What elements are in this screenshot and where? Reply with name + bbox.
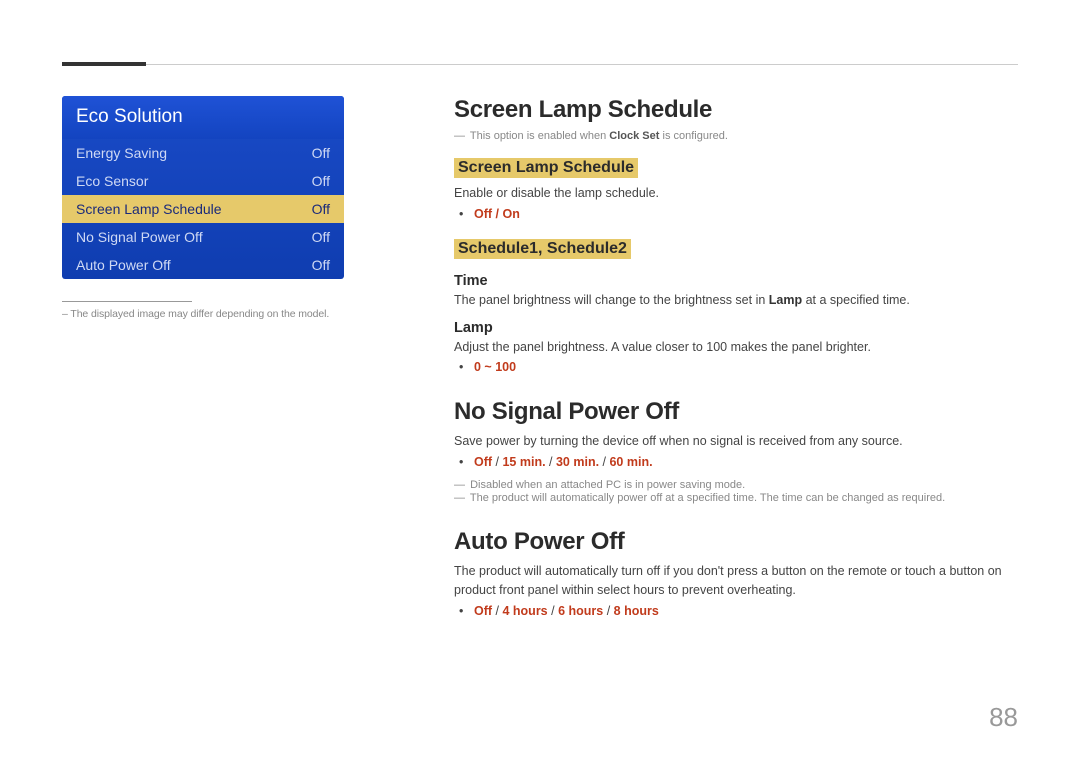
menu-item-value: Off (312, 201, 330, 217)
note-auto-off-time: ― The product will automatically power o… (454, 492, 1018, 504)
heading-no-signal-power-off: No Signal Power Off (454, 398, 1018, 426)
option-range: 0 ~ 100 (474, 360, 1018, 374)
menu-item-value: Off (312, 229, 330, 245)
heading-auto-power-off: Auto Power Off (454, 528, 1018, 556)
desc-no-signal: Save power by turning the device off whe… (454, 432, 1018, 451)
options-list: Off / 4 hours / 6 hours / 8 hours (474, 604, 1018, 618)
subheading-schedule1-schedule2: Schedule1, Schedule2 (454, 239, 631, 259)
menu-item-screen-lamp-schedule[interactable]: Screen Lamp Schedule Off (62, 195, 344, 223)
menu-item-label: No Signal Power Off (76, 229, 203, 245)
heading-screen-lamp-schedule: Screen Lamp Schedule (454, 96, 1018, 124)
eco-solution-menu: Eco Solution Energy Saving Off Eco Senso… (62, 96, 344, 279)
menu-item-label: Screen Lamp Schedule (76, 201, 222, 217)
options-list: Off / 15 min. / 30 min. / 60 min. (474, 455, 1018, 469)
menu-item-value: Off (312, 145, 330, 161)
header-rule (146, 64, 1018, 65)
main-content: Screen Lamp Schedule ― This option is en… (454, 96, 1018, 628)
options-list: Off / On (474, 207, 1018, 221)
header-marker (62, 62, 146, 66)
menu-item-label: Auto Power Off (76, 257, 171, 273)
desc-enable-disable: Enable or disable the lamp schedule. (454, 184, 1018, 203)
menu-item-eco-sensor[interactable]: Eco Sensor Off (62, 167, 344, 195)
sidebar-note: – The displayed image may differ dependi… (62, 308, 344, 320)
subheading-screen-lamp-schedule: Screen Lamp Schedule (454, 158, 638, 178)
menu-item-label: Energy Saving (76, 145, 167, 161)
sidebar: Eco Solution Energy Saving Off Eco Senso… (62, 96, 344, 320)
subhead-lamp: Lamp (454, 320, 1018, 336)
subhead-time: Time (454, 273, 1018, 289)
menu-title: Eco Solution (62, 96, 344, 139)
menu-item-no-signal-power-off[interactable]: No Signal Power Off Off (62, 223, 344, 251)
options-list: 0 ~ 100 (474, 360, 1018, 374)
menu-item-label: Eco Sensor (76, 173, 148, 189)
menu-item-energy-saving[interactable]: Energy Saving Off (62, 139, 344, 167)
desc-lamp: Adjust the panel brightness. A value clo… (454, 338, 1018, 357)
note-pc-saving: ― Disabled when an attached PC is in pow… (454, 479, 1018, 491)
menu-item-value: Off (312, 173, 330, 189)
option-hours: Off / 4 hours / 6 hours / 8 hours (474, 604, 1018, 618)
divider (62, 301, 192, 302)
menu-item-auto-power-off[interactable]: Auto Power Off Off (62, 251, 344, 279)
desc-time: The panel brightness will change to the … (454, 291, 1018, 310)
menu-item-value: Off (312, 257, 330, 273)
note-clock-set: ― This option is enabled when Clock Set … (454, 130, 1018, 142)
option-off-on: Off / On (474, 207, 1018, 221)
page-number: 88 (989, 702, 1018, 733)
desc-auto-power-off: The product will automatically turn off … (454, 562, 1018, 600)
option-durations: Off / 15 min. / 30 min. / 60 min. (474, 455, 1018, 469)
